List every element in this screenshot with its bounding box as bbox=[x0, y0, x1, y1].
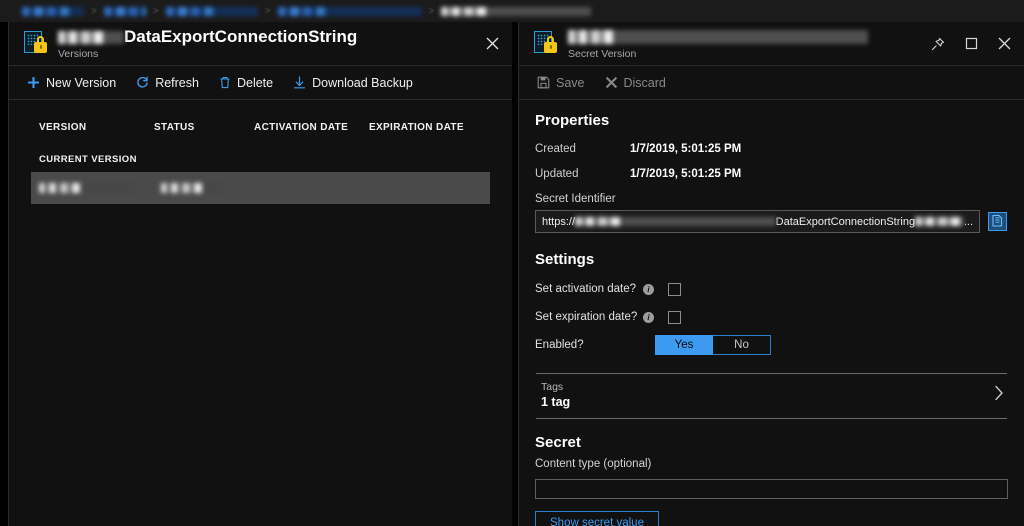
new-version-button[interactable]: New Version bbox=[27, 76, 116, 90]
secret-version-blade: Secret Version Save Discard Properties C… bbox=[518, 22, 1024, 526]
set-activation-date-row: Set activation date? i bbox=[535, 275, 1008, 303]
secret-version-toolbar: Save Discard bbox=[519, 66, 1024, 100]
secret-version-subtitle: Secret Version bbox=[568, 47, 637, 60]
breadcrumb-item-4[interactable] bbox=[277, 6, 422, 16]
show-secret-value-button[interactable]: Show secret value bbox=[535, 511, 659, 526]
breadcrumb-separator: > bbox=[264, 5, 271, 17]
tags-row[interactable]: Tags 1 tag bbox=[535, 374, 1008, 418]
column-header-version: VERSION bbox=[39, 121, 87, 133]
updated-label: Updated bbox=[535, 167, 579, 180]
tags-label: Tags bbox=[541, 381, 564, 393]
enabled-toggle: Yes No bbox=[655, 335, 771, 355]
updated-value: 1/7/2019, 5:01:25 PM bbox=[630, 167, 742, 180]
current-version-group-label: CURRENT VERSION bbox=[39, 154, 137, 165]
discard-button[interactable]: Discard bbox=[605, 76, 666, 90]
trash-icon bbox=[219, 76, 231, 89]
settings-heading: Settings bbox=[535, 251, 595, 268]
delete-button[interactable]: Delete bbox=[219, 76, 273, 90]
secret-version-title bbox=[568, 27, 928, 47]
content-type-input[interactable] bbox=[535, 479, 1008, 499]
breadcrumb: > > > > bbox=[0, 0, 1024, 22]
row-version-value bbox=[39, 183, 135, 193]
column-header-expiration-date: EXPIRATION DATE bbox=[369, 121, 464, 133]
content-type-label: Content type (optional) bbox=[535, 458, 652, 470]
save-button[interactable]: Save bbox=[537, 76, 585, 90]
refresh-button[interactable]: Refresh bbox=[136, 76, 199, 90]
column-header-status: STATUS bbox=[154, 121, 195, 133]
properties-heading: Properties bbox=[535, 112, 610, 129]
set-expiration-date-row: Set expiration date? i bbox=[535, 303, 1008, 331]
page-title-text: DataExportConnectionString bbox=[124, 26, 358, 46]
secret-identifier-redacted-version bbox=[915, 217, 964, 226]
secret-version-header: Secret Version bbox=[519, 22, 1024, 66]
secret-identifier-input[interactable]: https:// DataExportConnectionString ... bbox=[535, 210, 980, 233]
created-label: Created bbox=[535, 142, 576, 155]
breadcrumb-item-3[interactable] bbox=[165, 6, 258, 16]
updated-row: Updated 1/7/2019, 5:01:25 PM bbox=[535, 161, 1008, 186]
close-icon[interactable] bbox=[482, 34, 502, 54]
page-title: DataExportConnectionString bbox=[58, 27, 482, 47]
breadcrumb-item-2[interactable] bbox=[103, 6, 146, 16]
enabled-yes-option[interactable]: Yes bbox=[655, 335, 713, 355]
download-backup-button[interactable]: Download Backup bbox=[293, 76, 413, 90]
secret-identifier-ellipsis: ... bbox=[963, 215, 973, 228]
page-subtitle: Versions bbox=[58, 47, 99, 60]
download-icon bbox=[293, 76, 306, 89]
secret-identifier-label: Secret Identifier bbox=[535, 193, 616, 205]
tags-value: 1 tag bbox=[541, 395, 571, 409]
info-icon[interactable]: i bbox=[643, 311, 654, 323]
secret-identifier-redacted-vault bbox=[575, 217, 776, 226]
breadcrumb-separator: > bbox=[428, 5, 435, 17]
breadcrumb-item-current bbox=[441, 6, 592, 16]
secret-version-title-redacted bbox=[568, 30, 868, 45]
pin-icon[interactable] bbox=[928, 34, 948, 54]
save-label: Save bbox=[556, 75, 585, 90]
enabled-row: Enabled? Yes No bbox=[535, 331, 1008, 359]
breadcrumb-separator: > bbox=[152, 5, 159, 17]
created-row: Created 1/7/2019, 5:01:25 PM bbox=[535, 136, 1008, 161]
versions-toolbar: New Version Refresh Delete Download Back… bbox=[9, 66, 512, 100]
plus-icon bbox=[27, 76, 40, 89]
page-title-redacted-prefix bbox=[58, 30, 124, 44]
versions-table-header: VERSION STATUS ACTIVATION DATE EXPIRATIO… bbox=[9, 110, 512, 144]
versions-blade-header: DataExportConnectionString Versions bbox=[9, 22, 512, 66]
azure-portal-page: > > > > DataExportConnectionString Versi… bbox=[0, 0, 1024, 526]
close-icon[interactable] bbox=[994, 34, 1014, 54]
save-icon bbox=[537, 76, 550, 89]
row-status-value bbox=[161, 183, 223, 193]
new-version-label: New Version bbox=[46, 75, 117, 90]
breadcrumb-item-1[interactable] bbox=[22, 6, 84, 16]
download-backup-label: Download Backup bbox=[312, 75, 413, 90]
set-expiration-date-label: Set expiration date? bbox=[535, 311, 638, 323]
column-header-activation-date: ACTIVATION DATE bbox=[254, 121, 349, 133]
chevron-right-icon bbox=[994, 385, 1004, 405]
copy-icon[interactable] bbox=[987, 211, 1008, 232]
created-value: 1/7/2019, 5:01:25 PM bbox=[630, 142, 742, 155]
discard-label: Discard bbox=[623, 75, 666, 90]
versions-blade: DataExportConnectionString Versions New … bbox=[8, 22, 512, 526]
refresh-label: Refresh bbox=[155, 75, 199, 90]
info-icon[interactable]: i bbox=[643, 283, 654, 295]
set-activation-date-checkbox[interactable] bbox=[668, 282, 681, 296]
discard-icon bbox=[605, 76, 618, 89]
breadcrumb-separator: > bbox=[91, 5, 97, 17]
set-expiration-date-checkbox[interactable] bbox=[668, 310, 681, 324]
delete-label: Delete bbox=[236, 75, 274, 90]
key-vault-secret-icon bbox=[533, 30, 559, 57]
maximize-icon[interactable] bbox=[961, 34, 981, 54]
refresh-icon bbox=[136, 76, 149, 89]
secret-identifier-prefix: https:// bbox=[542, 215, 576, 228]
enabled-label: Enabled? bbox=[535, 339, 584, 351]
key-vault-secret-icon bbox=[23, 30, 49, 57]
enabled-no-option[interactable]: No bbox=[713, 335, 771, 355]
secret-heading: Secret bbox=[535, 434, 581, 451]
divider bbox=[536, 418, 1007, 419]
set-activation-date-label: Set activation date? bbox=[535, 283, 637, 295]
secret-identifier-name: DataExportConnectionString bbox=[775, 215, 916, 228]
table-row[interactable] bbox=[31, 172, 490, 204]
